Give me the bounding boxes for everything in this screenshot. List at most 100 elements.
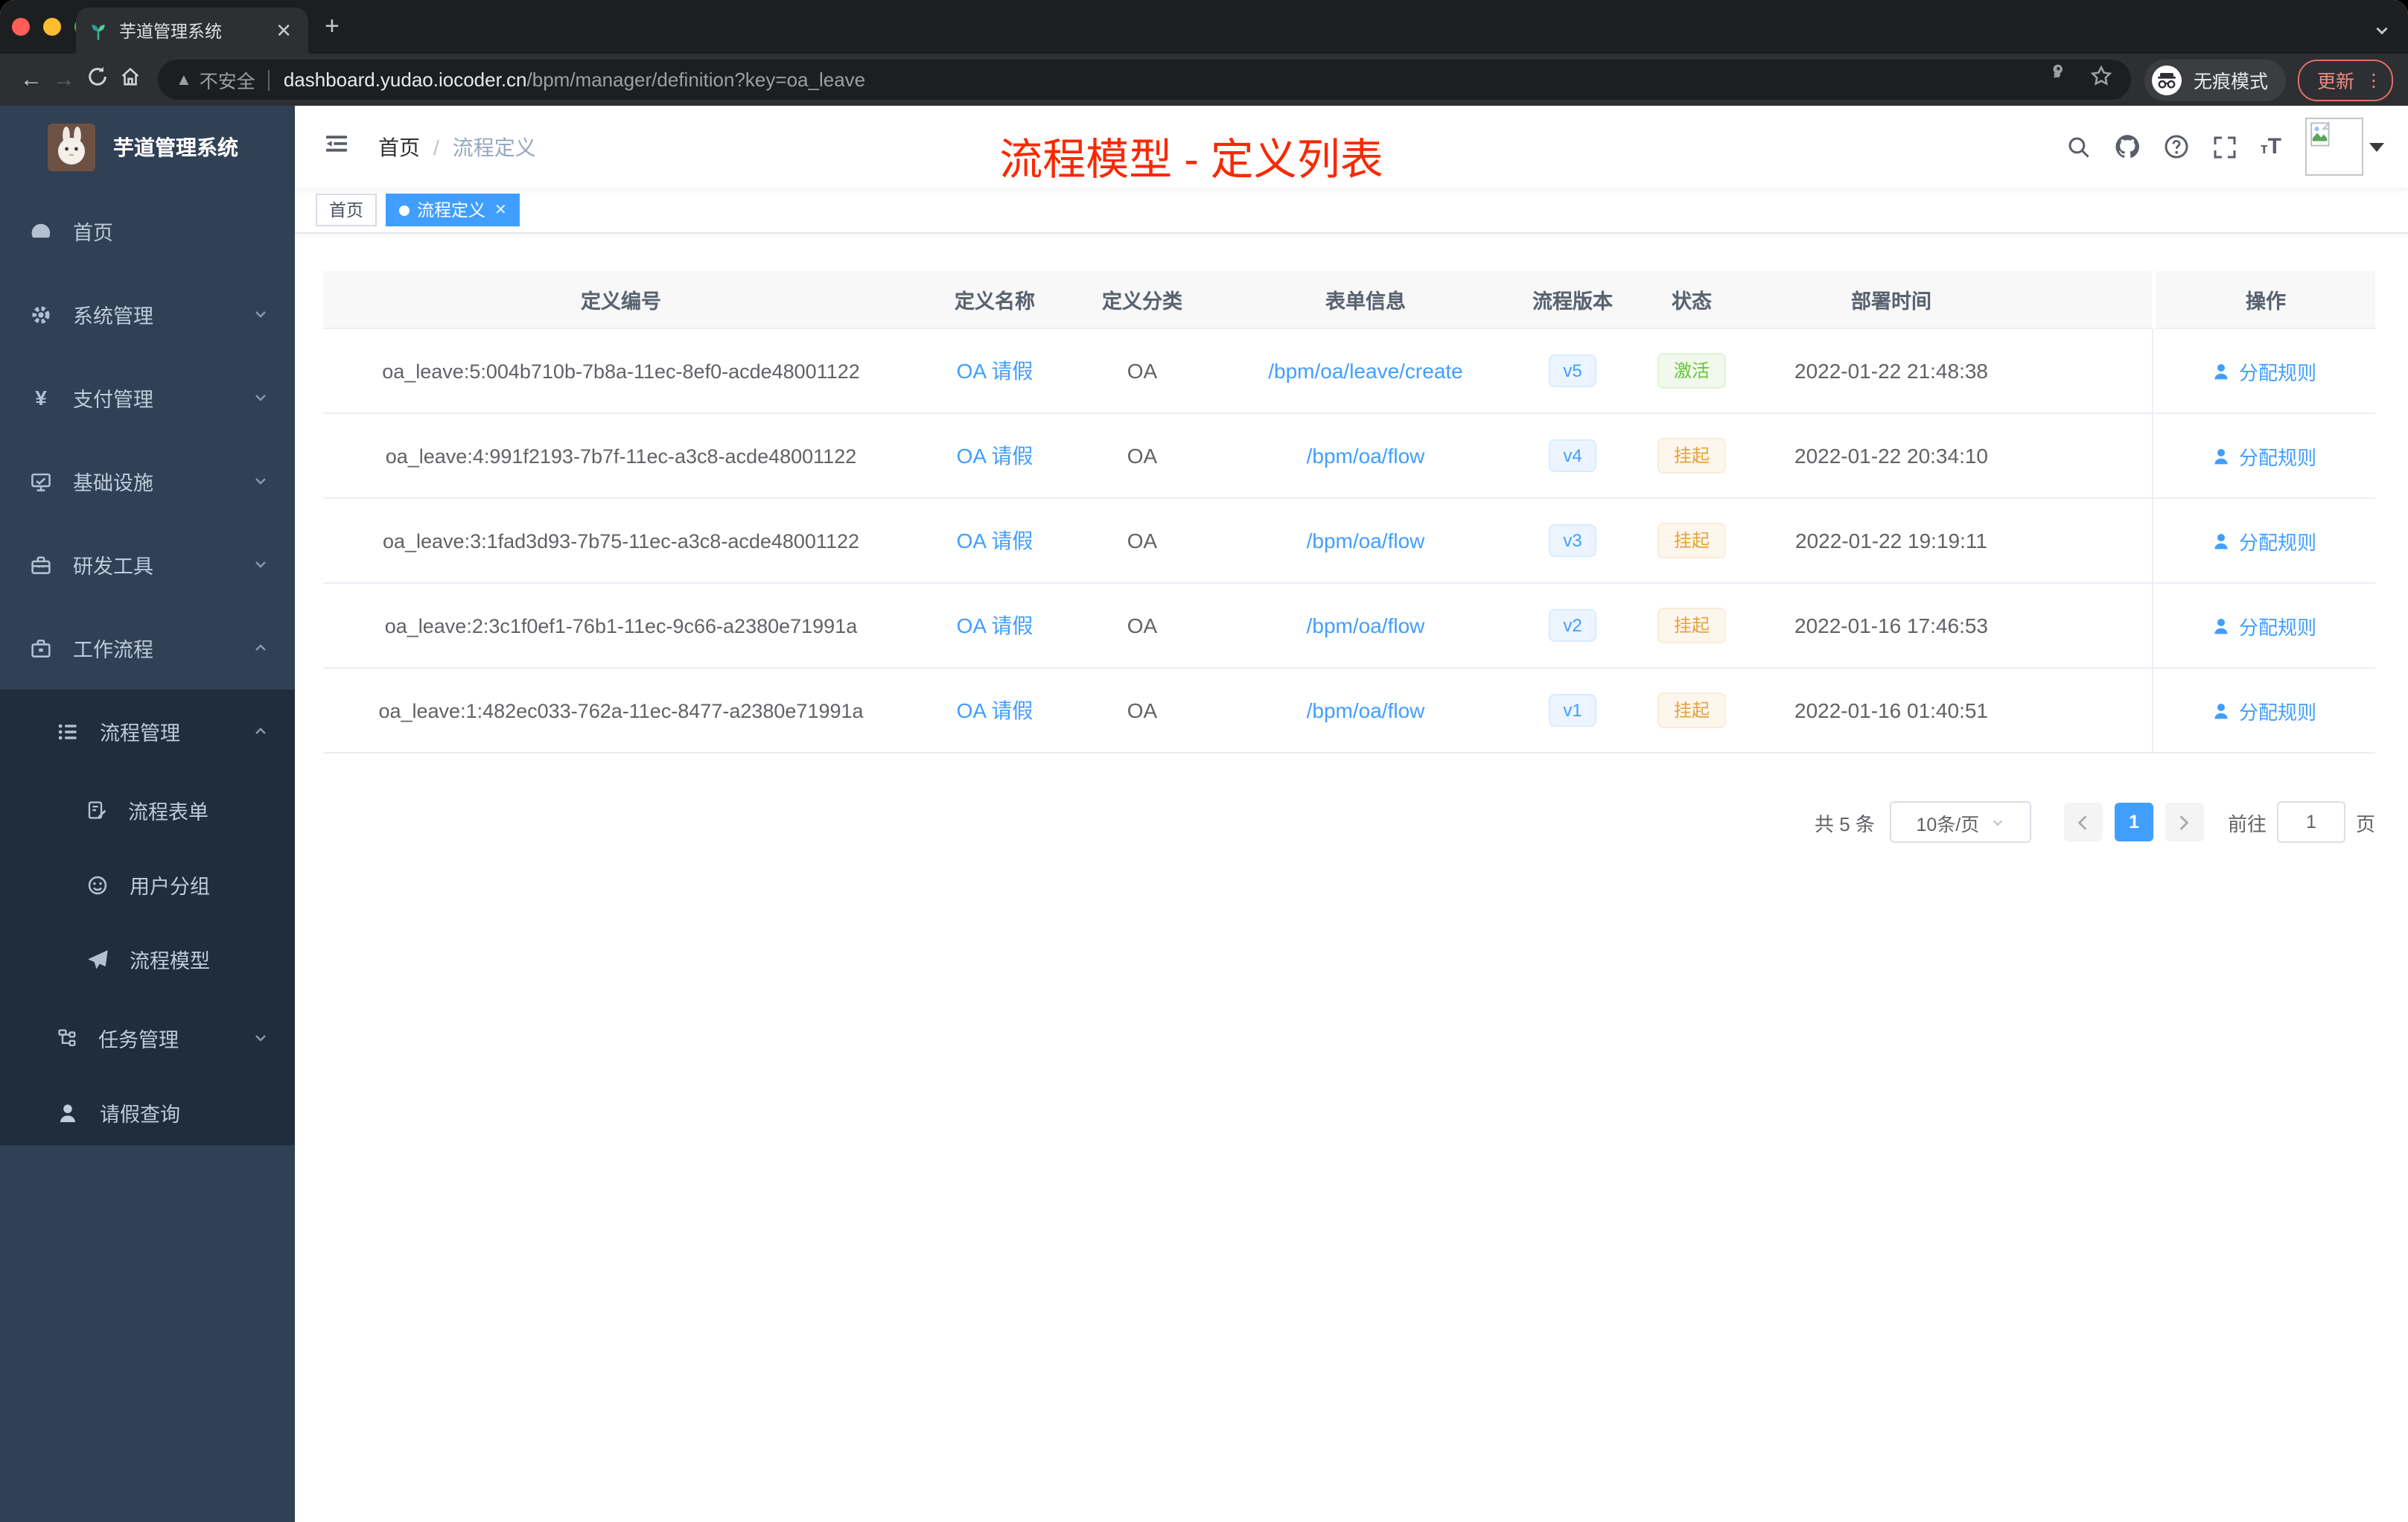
sidebar-item-label: 首页 (73, 222, 113, 244)
user-icon (2215, 617, 2229, 634)
definition-name-link[interactable]: OA 请假 (957, 444, 1033, 468)
tag-close-icon[interactable]: ✕ (494, 202, 507, 218)
form-link[interactable]: /bpm/oa/leave/create (1268, 359, 1463, 383)
sidebar-item-label: 流程表单 (128, 801, 208, 824)
sidebar-collapse-icon[interactable] (313, 132, 360, 162)
sidebar-item-user-group[interactable]: 用户分组 (0, 847, 295, 922)
sidebar-logo[interactable]: 芋道管理系统 (0, 106, 295, 189)
not-secure-label[interactable]: 不安全 (200, 66, 255, 94)
breadcrumb-separator: / (433, 135, 439, 159)
sidebar-item-leave-query[interactable]: 请假查询 (0, 1080, 295, 1145)
sidebar-item-process-management[interactable]: 流程管理 (0, 690, 295, 773)
next-page-button[interactable] (2165, 803, 2204, 841)
sidebar-item-workflow[interactable]: 工作流程 (0, 606, 295, 690)
definition-name-link[interactable]: OA 请假 (957, 529, 1033, 553)
minimize-window-button[interactable] (43, 18, 61, 36)
definition-id: oa_leave:4:991f2193-7b7f-11ec-a3c8-acde4… (323, 414, 919, 499)
breadcrumb: 首页 / 流程定义 (378, 132, 536, 162)
version-badge: v2 (1548, 609, 1597, 642)
chevron-down-icon (255, 1035, 266, 1042)
pagination: 共 5 条 10条/页 1 前往 页 (295, 801, 2375, 843)
form-link[interactable]: /bpm/oa/flow (1307, 698, 1425, 722)
table-row: oa_leave:1:482ec033-762a-11ec-8477-a2380… (323, 669, 2375, 754)
filler-cell (2027, 584, 2152, 669)
definition-category: OA (1071, 414, 1214, 499)
breadcrumb-home[interactable]: 首页 (378, 132, 420, 162)
avatar-caret-icon (2369, 142, 2384, 151)
reload-icon[interactable] (80, 66, 113, 94)
form-link[interactable]: /bpm/oa/flow (1307, 444, 1425, 468)
top-navbar: 首页 / 流程定义 流程模型 - 定义列表 тT (295, 106, 2408, 188)
sidebar-item-label: 工作流程 (73, 639, 153, 661)
incognito-label: 无痕模式 (2193, 71, 2268, 92)
sidebar-item-process-form[interactable]: 流程表单 (0, 773, 295, 847)
search-icon[interactable] (2067, 135, 2091, 159)
status-badge: 挂起 (1657, 692, 1726, 728)
monitor-icon (31, 472, 51, 491)
definition-name-link[interactable]: OA 请假 (957, 359, 1033, 383)
definition-name-link[interactable]: OA 请假 (957, 614, 1033, 637)
column-header: 部署时间 (1756, 271, 2027, 329)
sidebar: 芋道管理系统 首页 系统管理 ¥ 支付管理 基础设施 研发工具 工作流程 流程管… (0, 106, 295, 1522)
fullscreen-icon[interactable] (2213, 135, 2237, 159)
assign-rule-link[interactable]: 分配规则 (2212, 526, 2316, 555)
definition-name-link[interactable]: OA 请假 (957, 698, 1033, 722)
tag-process-definition[interactable]: 流程定义 ✕ (386, 194, 520, 226)
new-tab-button[interactable]: + (325, 13, 340, 39)
version-badge: v4 (1548, 439, 1597, 472)
github-icon[interactable] (2115, 134, 2140, 159)
tags-view-bar: 首页 流程定义 ✕ (295, 188, 2408, 234)
table-row: oa_leave:5:004b710b-7b8a-11ec-8ef0-acde4… (323, 329, 2375, 414)
sidebar-item-system[interactable]: 系统管理 (0, 273, 295, 356)
main-area: 首页 / 流程定义 流程模型 - 定义列表 тT 首页 流程定义 ✕ 定义编号 … (295, 106, 2408, 1522)
close-window-button[interactable] (12, 18, 30, 36)
sidebar-item-home[interactable]: 首页 (0, 189, 295, 273)
sidebar-item-infra[interactable]: 基础设施 (0, 439, 295, 523)
goto-page-input[interactable] (2276, 801, 2345, 843)
prev-page-button[interactable] (2063, 803, 2103, 841)
sidebar-item-label: 系统管理 (73, 305, 153, 328)
paper-plane-icon (88, 949, 108, 969)
url-bar[interactable]: ▲ 不安全 dashboard.yudao.iocoder.cn/bpm/man… (158, 60, 2131, 100)
assign-rule-link[interactable]: 分配规则 (2212, 442, 2316, 470)
form-link[interactable]: /bpm/oa/flow (1307, 529, 1425, 553)
sidebar-background (0, 1145, 295, 1522)
assign-rule-link[interactable]: 分配规则 (2212, 611, 2316, 640)
tab-search-chevron-icon[interactable] (2374, 19, 2390, 46)
font-size-icon[interactable]: тT (2261, 134, 2281, 159)
incognito-badge: 无痕模式 (2144, 59, 2286, 101)
assign-rule-link[interactable]: 分配规则 (2212, 357, 2316, 385)
sidebar-item-task-management[interactable]: 任务管理 (0, 996, 295, 1080)
assign-rule-link[interactable]: 分配规则 (2212, 696, 2316, 725)
tag-home[interactable]: 首页 (316, 194, 377, 226)
group-icon (88, 875, 107, 894)
help-icon[interactable] (2164, 134, 2189, 159)
page-size-select[interactable]: 10条/页 (1889, 801, 2031, 843)
home-icon[interactable] (113, 66, 146, 94)
tab-close-icon[interactable]: ✕ (271, 19, 296, 42)
browser-tab[interactable]: 芋道管理系统 ✕ (76, 7, 308, 54)
chrome-update-button[interactable]: 更新 ⋮ (2297, 59, 2393, 101)
tag-label: 流程定义 (417, 203, 485, 220)
user-avatar-menu[interactable] (2305, 118, 2384, 176)
workflow-submenu: 流程管理 流程表单 用户分组 流程模型 任务管理 请假查询 (0, 690, 295, 1145)
assign-rule-label: 分配规则 (2238, 446, 2316, 468)
table-header-row: 定义编号 定义名称 定义分类 表单信息 流程版本 状态 部署时间 操作 (323, 271, 2375, 329)
assign-rule-label: 分配规则 (2238, 701, 2316, 723)
sidebar-item-label: 基础设施 (73, 472, 153, 494)
deploy-time: 2022-01-22 19:19:11 (1756, 499, 2027, 584)
form-link[interactable]: /bpm/oa/flow (1307, 614, 1425, 637)
forward-icon[interactable]: → (48, 67, 80, 92)
browser-menu-dots-icon[interactable]: ⋮ (2365, 71, 2383, 89)
sidebar-item-process-model[interactable]: 流程模型 (0, 922, 295, 996)
url-text[interactable]: dashboard.yudao.iocoder.cn/bpm/manager/d… (284, 69, 2033, 91)
chevron-down-icon (255, 395, 266, 401)
sidebar-item-payment[interactable]: ¥ 支付管理 (0, 356, 295, 439)
sidebar-item-devtools[interactable]: 研发工具 (0, 523, 295, 606)
key-icon[interactable] (2048, 64, 2071, 95)
user-icon (2215, 363, 2229, 379)
page-content: 定义编号 定义名称 定义分类 表单信息 流程版本 状态 部署时间 操作 oa_l… (295, 234, 2408, 1522)
bookmark-star-icon[interactable] (2089, 64, 2113, 95)
back-icon[interactable]: ← (15, 67, 48, 92)
page-number-current[interactable]: 1 (2114, 803, 2153, 841)
